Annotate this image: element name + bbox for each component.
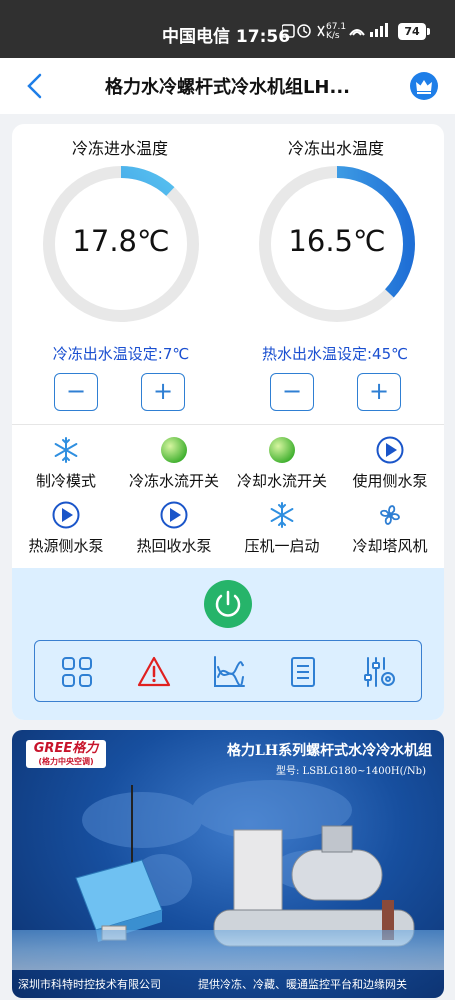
- app-header: 格力水冷螺杆式冷水机组LH...: [0, 58, 455, 114]
- status-cooling-tower-fan: 冷却塔风机: [336, 501, 444, 556]
- control-panel: [12, 568, 444, 720]
- gauge-value-outlet: 16.5℃: [288, 224, 386, 258]
- back-arrow-icon[interactable]: [24, 72, 46, 100]
- chilled-setpoint-decrease-button[interactable]: −: [54, 373, 98, 411]
- grid-icon[interactable]: [60, 655, 94, 689]
- crown-icon[interactable]: [410, 72, 438, 100]
- snowflake-icon: [54, 437, 78, 463]
- status-label: 冷冻水流开关: [128, 472, 219, 490]
- status-compressor-1: 压机一启动: [228, 501, 336, 556]
- page-title: 格力水冷螺杆式冷水机组LH...: [104, 77, 351, 98]
- fan-icon: [380, 505, 400, 525]
- gauge-label-inlet: 冷冻进水温度: [71, 139, 168, 158]
- chiller-unit-graphic: [213, 825, 415, 947]
- green-indicator-icon: [269, 437, 295, 463]
- divider: [12, 424, 444, 425]
- status-cooling-mode: 制冷模式: [12, 436, 120, 491]
- setpoint-hot-water: 热水出水温设定:45℃: [262, 345, 408, 363]
- hot-setpoint-decrease-button[interactable]: −: [270, 373, 314, 411]
- gauge-label-outlet: 冷冻出水温度: [287, 139, 384, 158]
- battery-indicator: 74: [398, 23, 430, 40]
- chilled-setpoint-increase-button[interactable]: +: [141, 373, 185, 411]
- footer-company: 深圳市科特时控技术有限公司: [18, 978, 161, 991]
- carrier-time: 中国电信 17:56: [162, 27, 291, 47]
- list-icon[interactable]: [286, 655, 320, 689]
- status-label: 冷却水流开关: [236, 472, 327, 490]
- setpoint-chilled-water: 冷冻出水温设定:7℃: [52, 345, 190, 363]
- status-cooling-flow-switch: 冷却水流开关: [228, 436, 336, 491]
- warning-icon[interactable]: [137, 655, 171, 689]
- status-label: 热回收水泵: [136, 537, 212, 555]
- status-heat-recovery-pump: 热回收水泵: [120, 501, 228, 556]
- status-user-side-pump: 使用侧水泵: [336, 436, 444, 491]
- status-label: 冷却塔风机: [352, 537, 428, 555]
- settings-sliders-icon[interactable]: [362, 655, 396, 689]
- status-chilled-flow-switch: 冷冻水流开关: [120, 436, 228, 491]
- gauge-value-inlet: 17.8℃: [72, 224, 170, 258]
- footer-service: 提供冷冻、冷藏、暖通监控平台和边缘网关: [198, 978, 407, 991]
- status-label: 使用侧水泵: [352, 472, 428, 490]
- water-graphic: [12, 930, 444, 970]
- status-label: 制冷模式: [35, 472, 96, 490]
- status-bar: 中国电信 17:56 67.1 K/s 74: [0, 0, 455, 58]
- control-card: 冷冻进水温度 17.8℃ 冷冻出水温度 16.5℃ 冷冻出水温设定:7℃ 热水出…: [12, 124, 444, 720]
- status-label: 压机一启动: [244, 537, 320, 555]
- product-banner[interactable]: GREE格力 (格力中央空调) 格力LH系列螺杆式水冷冷水机组 型号: LSBL…: [12, 730, 444, 998]
- chart-icon[interactable]: [212, 655, 246, 689]
- power-icon: [215, 590, 241, 617]
- power-button[interactable]: [204, 580, 252, 628]
- net-speed: 67.1 K/s: [326, 22, 347, 41]
- status-source-side-pump: 热源侧水泵: [12, 501, 120, 556]
- pump-play-icon: [376, 436, 404, 464]
- status-label: 热源侧水泵: [28, 537, 104, 555]
- toolbar: [34, 640, 422, 702]
- pump-play-icon: [52, 501, 80, 529]
- snowflake-icon: [270, 502, 294, 528]
- green-indicator-icon: [161, 437, 187, 463]
- pump-play-icon: [160, 501, 188, 529]
- hot-setpoint-increase-button[interactable]: +: [357, 373, 401, 411]
